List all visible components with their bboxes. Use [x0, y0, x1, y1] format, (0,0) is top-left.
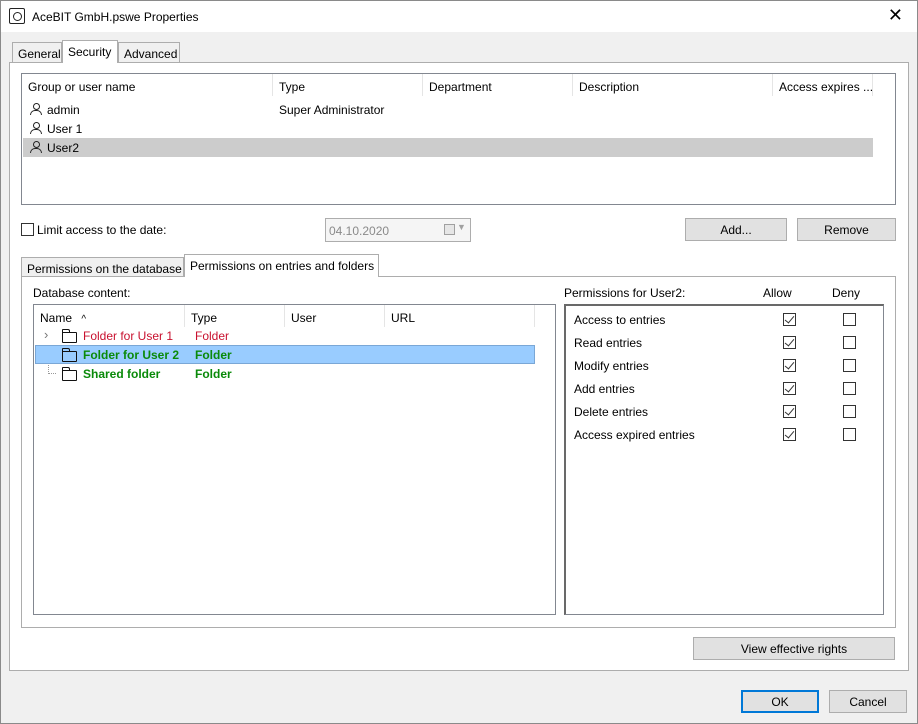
folder-name: Folder for User 1	[83, 329, 174, 343]
tab-general[interactable]: General	[12, 42, 62, 63]
date-picker[interactable]: 04.10.2020 ▼	[325, 218, 471, 242]
user-type: Super Administrator	[279, 103, 385, 117]
user-name: User 1	[47, 122, 83, 136]
limit-access-checkbox[interactable]	[21, 223, 34, 236]
permissions-label: Permissions for User2:	[564, 286, 686, 300]
user-name: User2	[47, 141, 80, 155]
dropdown-arrow-icon: ▼	[457, 222, 466, 232]
column-header-access-expires[interactable]: Access expires ...	[773, 74, 873, 96]
users-list[interactable]: Group or user name Type Department Descr…	[21, 73, 896, 205]
column-name-label: Name	[40, 311, 73, 325]
table-row[interactable]: admin Super Administrator	[23, 100, 873, 119]
tree-item[interactable]: Shared folder Folder	[35, 364, 535, 383]
table-row-selected[interactable]: User2	[23, 138, 873, 157]
permission-read-entries: Read entries	[574, 336, 643, 350]
user-name: admin	[47, 103, 80, 117]
permissions-list: Access to entries Read entries Modify en…	[564, 304, 884, 615]
allow-delete-entries-checkbox[interactable]	[783, 405, 796, 418]
column-header-url[interactable]: URL	[385, 305, 535, 327]
deny-read-entries-checkbox[interactable]	[843, 336, 856, 349]
user-icon	[30, 122, 42, 134]
database-content-label: Database content:	[33, 286, 131, 300]
permission-access-entries: Access to entries	[574, 313, 666, 327]
window-title: AceBIT GmbH.pswe Properties	[32, 10, 199, 24]
deny-access-entries-checkbox[interactable]	[843, 313, 856, 326]
column-header-description[interactable]: Description	[573, 74, 773, 96]
calendar-icon	[444, 224, 455, 235]
permission-modify-entries: Modify entries	[574, 359, 649, 373]
allow-modify-entries-checkbox[interactable]	[783, 359, 796, 372]
folder-type: Folder	[195, 348, 232, 362]
close-icon[interactable]: ✕	[888, 5, 903, 25]
app-icon	[9, 8, 25, 24]
column-header-user[interactable]: User	[285, 305, 385, 327]
folder-icon	[61, 348, 77, 362]
permission-delete-entries: Delete entries	[574, 405, 649, 419]
title-bar: AceBIT GmbH.pswe Properties ✕	[1, 1, 917, 32]
user-icon	[30, 141, 42, 153]
folder-name: Folder for User 2	[83, 348, 180, 362]
add-button[interactable]: Add...	[685, 218, 787, 241]
subtab-permissions-entries[interactable]: Permissions on entries and folders	[184, 254, 379, 277]
column-header-department[interactable]: Department	[423, 74, 573, 96]
user-icon	[30, 103, 42, 115]
allow-header: Allow	[763, 286, 792, 300]
permission-add-entries: Add entries	[574, 382, 635, 396]
properties-dialog: AceBIT GmbH.pswe Properties ✕ General Se…	[0, 0, 918, 724]
deny-delete-entries-checkbox[interactable]	[843, 405, 856, 418]
tab-security[interactable]: Security	[62, 40, 118, 63]
table-row[interactable]: User 1	[23, 119, 873, 138]
column-header-name[interactable]: Name ^	[34, 305, 185, 327]
allow-access-entries-checkbox[interactable]	[783, 313, 796, 326]
folder-type: Folder	[195, 367, 232, 381]
database-content-tree[interactable]: Name ^ Type User URL › Folder for User 1…	[33, 304, 556, 615]
limit-access-label: Limit access to the date:	[37, 223, 167, 237]
folder-name: Shared folder	[83, 367, 161, 381]
tree-item-selected[interactable]: Folder for User 2 Folder	[35, 345, 535, 364]
remove-button[interactable]: Remove	[797, 218, 896, 241]
tab-advanced[interactable]: Advanced	[118, 42, 180, 63]
allow-add-entries-checkbox[interactable]	[783, 382, 796, 395]
subtab-permissions-database[interactable]: Permissions on the database	[21, 257, 184, 278]
permission-access-expired-entries: Access expired entries	[574, 428, 695, 442]
column-header-type[interactable]: Type	[273, 74, 423, 96]
column-header-name[interactable]: Group or user name	[22, 74, 273, 96]
expand-chevron-icon[interactable]: ›	[44, 327, 48, 342]
deny-modify-entries-checkbox[interactable]	[843, 359, 856, 372]
sort-ascending-icon: ^	[81, 314, 87, 325]
folder-icon	[61, 367, 77, 381]
cancel-button[interactable]: Cancel	[829, 690, 907, 713]
ok-button[interactable]: OK	[741, 690, 819, 713]
deny-add-entries-checkbox[interactable]	[843, 382, 856, 395]
folder-type: Folder	[195, 329, 230, 343]
allow-access-expired-entries-checkbox[interactable]	[783, 428, 796, 441]
deny-access-expired-entries-checkbox[interactable]	[843, 428, 856, 441]
allow-read-entries-checkbox[interactable]	[783, 336, 796, 349]
deny-header: Deny	[832, 286, 861, 300]
column-header-type[interactable]: Type	[185, 305, 285, 327]
date-value: 04.10.2020	[329, 224, 390, 238]
view-effective-rights-button[interactable]: View effective rights	[693, 637, 895, 660]
folder-icon	[61, 329, 77, 343]
tree-item[interactable]: › Folder for User 1 Folder	[35, 326, 535, 345]
